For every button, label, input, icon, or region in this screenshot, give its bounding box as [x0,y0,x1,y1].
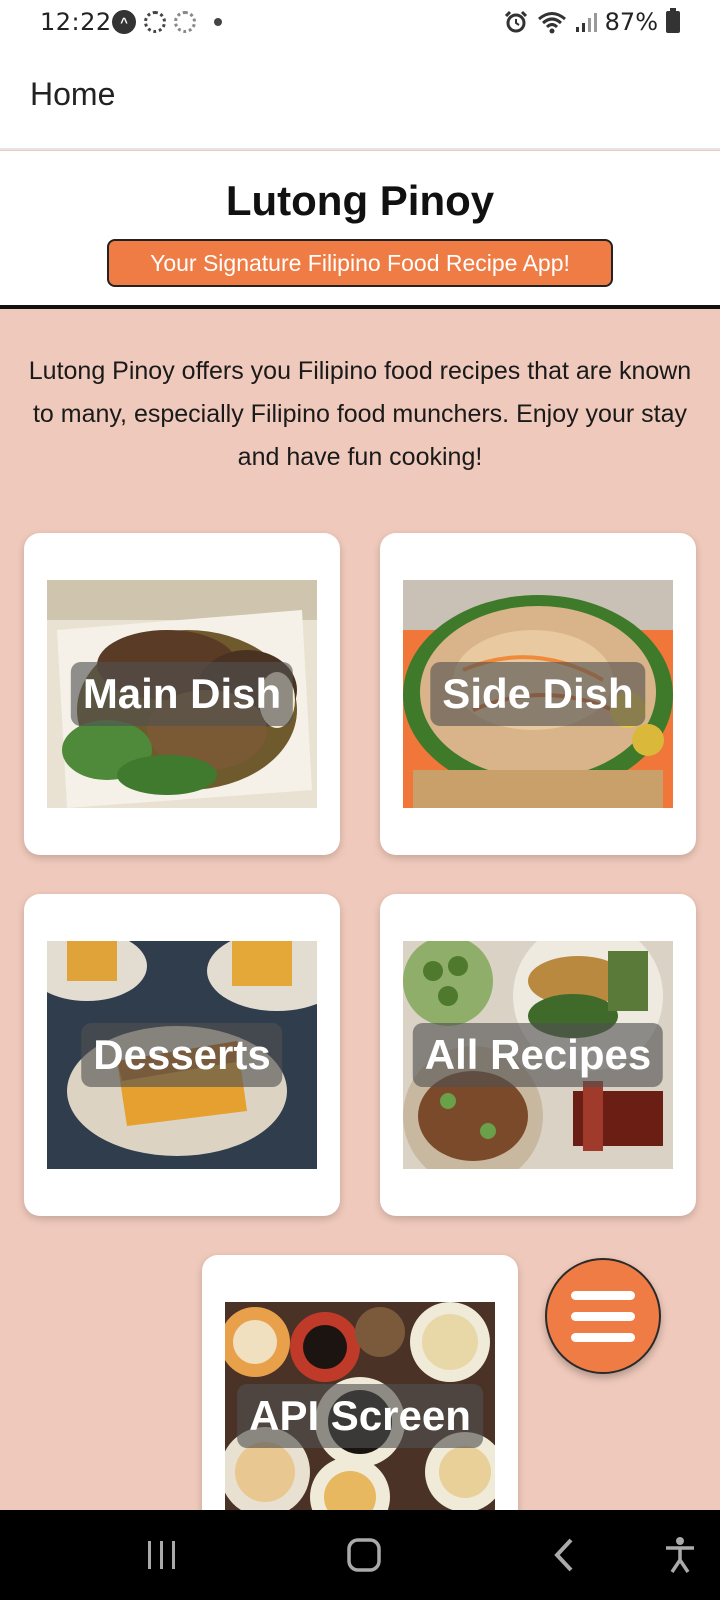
wifi-icon [537,12,566,34]
menu-icon [571,1290,635,1300]
dot-icon [214,18,222,26]
sync-ring-icon [174,11,196,33]
main-dish-image: Main Dish [47,580,317,808]
category-card-main-dish[interactable]: Main Dish [24,533,340,855]
tagline-badge: Your Signature Filipino Food Recipe App! [107,239,613,287]
menu-icon-bar [571,1311,635,1321]
settings-ring-icon [144,11,166,33]
back-button[interactable] [524,1510,604,1600]
category-card-all-recipes[interactable]: All Recipes [380,894,696,1216]
menu-icon-bar [571,1332,635,1342]
home-button[interactable] [324,1510,404,1600]
recent-apps-button[interactable] [122,1510,202,1600]
category-label: Main Dish [70,662,294,726]
api-screen-image: API Screen [225,1302,495,1530]
category-label: API Screen [237,1384,483,1448]
app-name: Lutong Pinoy [225,177,495,224]
accessibility-button[interactable] [640,1510,720,1600]
accessibility-icon [666,1537,694,1573]
signal-icon [575,13,597,32]
category-card-desserts[interactable]: Desserts [24,894,340,1216]
app-header: Home [0,46,720,150]
back-icon [554,1538,573,1572]
screen: 12:22 ^ 87% Home Lutong Pinoy Your Signa… [0,0,720,1600]
header-title: Home [30,76,116,112]
all-recipes-image: All Recipes [403,941,673,1169]
intro-text: Lutong Pinoy offers you Filipino food re… [28,357,692,471]
title-banner: Lutong Pinoy Your Signature Filipino Foo… [0,151,720,309]
alarm-icon [504,10,527,33]
status-notification-icons: ^ [112,10,222,34]
category-label: Side Dish [430,662,646,726]
system-nav-bar [0,1510,720,1600]
menu-fab[interactable] [545,1258,661,1374]
category-card-side-dish[interactable]: Side Dish [380,533,696,855]
battery-icon [666,8,680,33]
desserts-image: Desserts [47,941,317,1169]
side-dish-image: Side Dish [403,580,673,808]
recent-apps-icon [148,1541,175,1569]
status-bar: 12:22 ^ 87% [0,0,720,46]
home-icon [347,1538,381,1572]
status-time: 12:22 [40,8,112,36]
category-label: All Recipes [412,1023,664,1087]
category-label: Desserts [81,1023,283,1087]
status-system-icons: 87% [503,8,680,36]
battery-percent: 87% [604,8,658,36]
a-circle-icon: ^ [112,10,136,34]
